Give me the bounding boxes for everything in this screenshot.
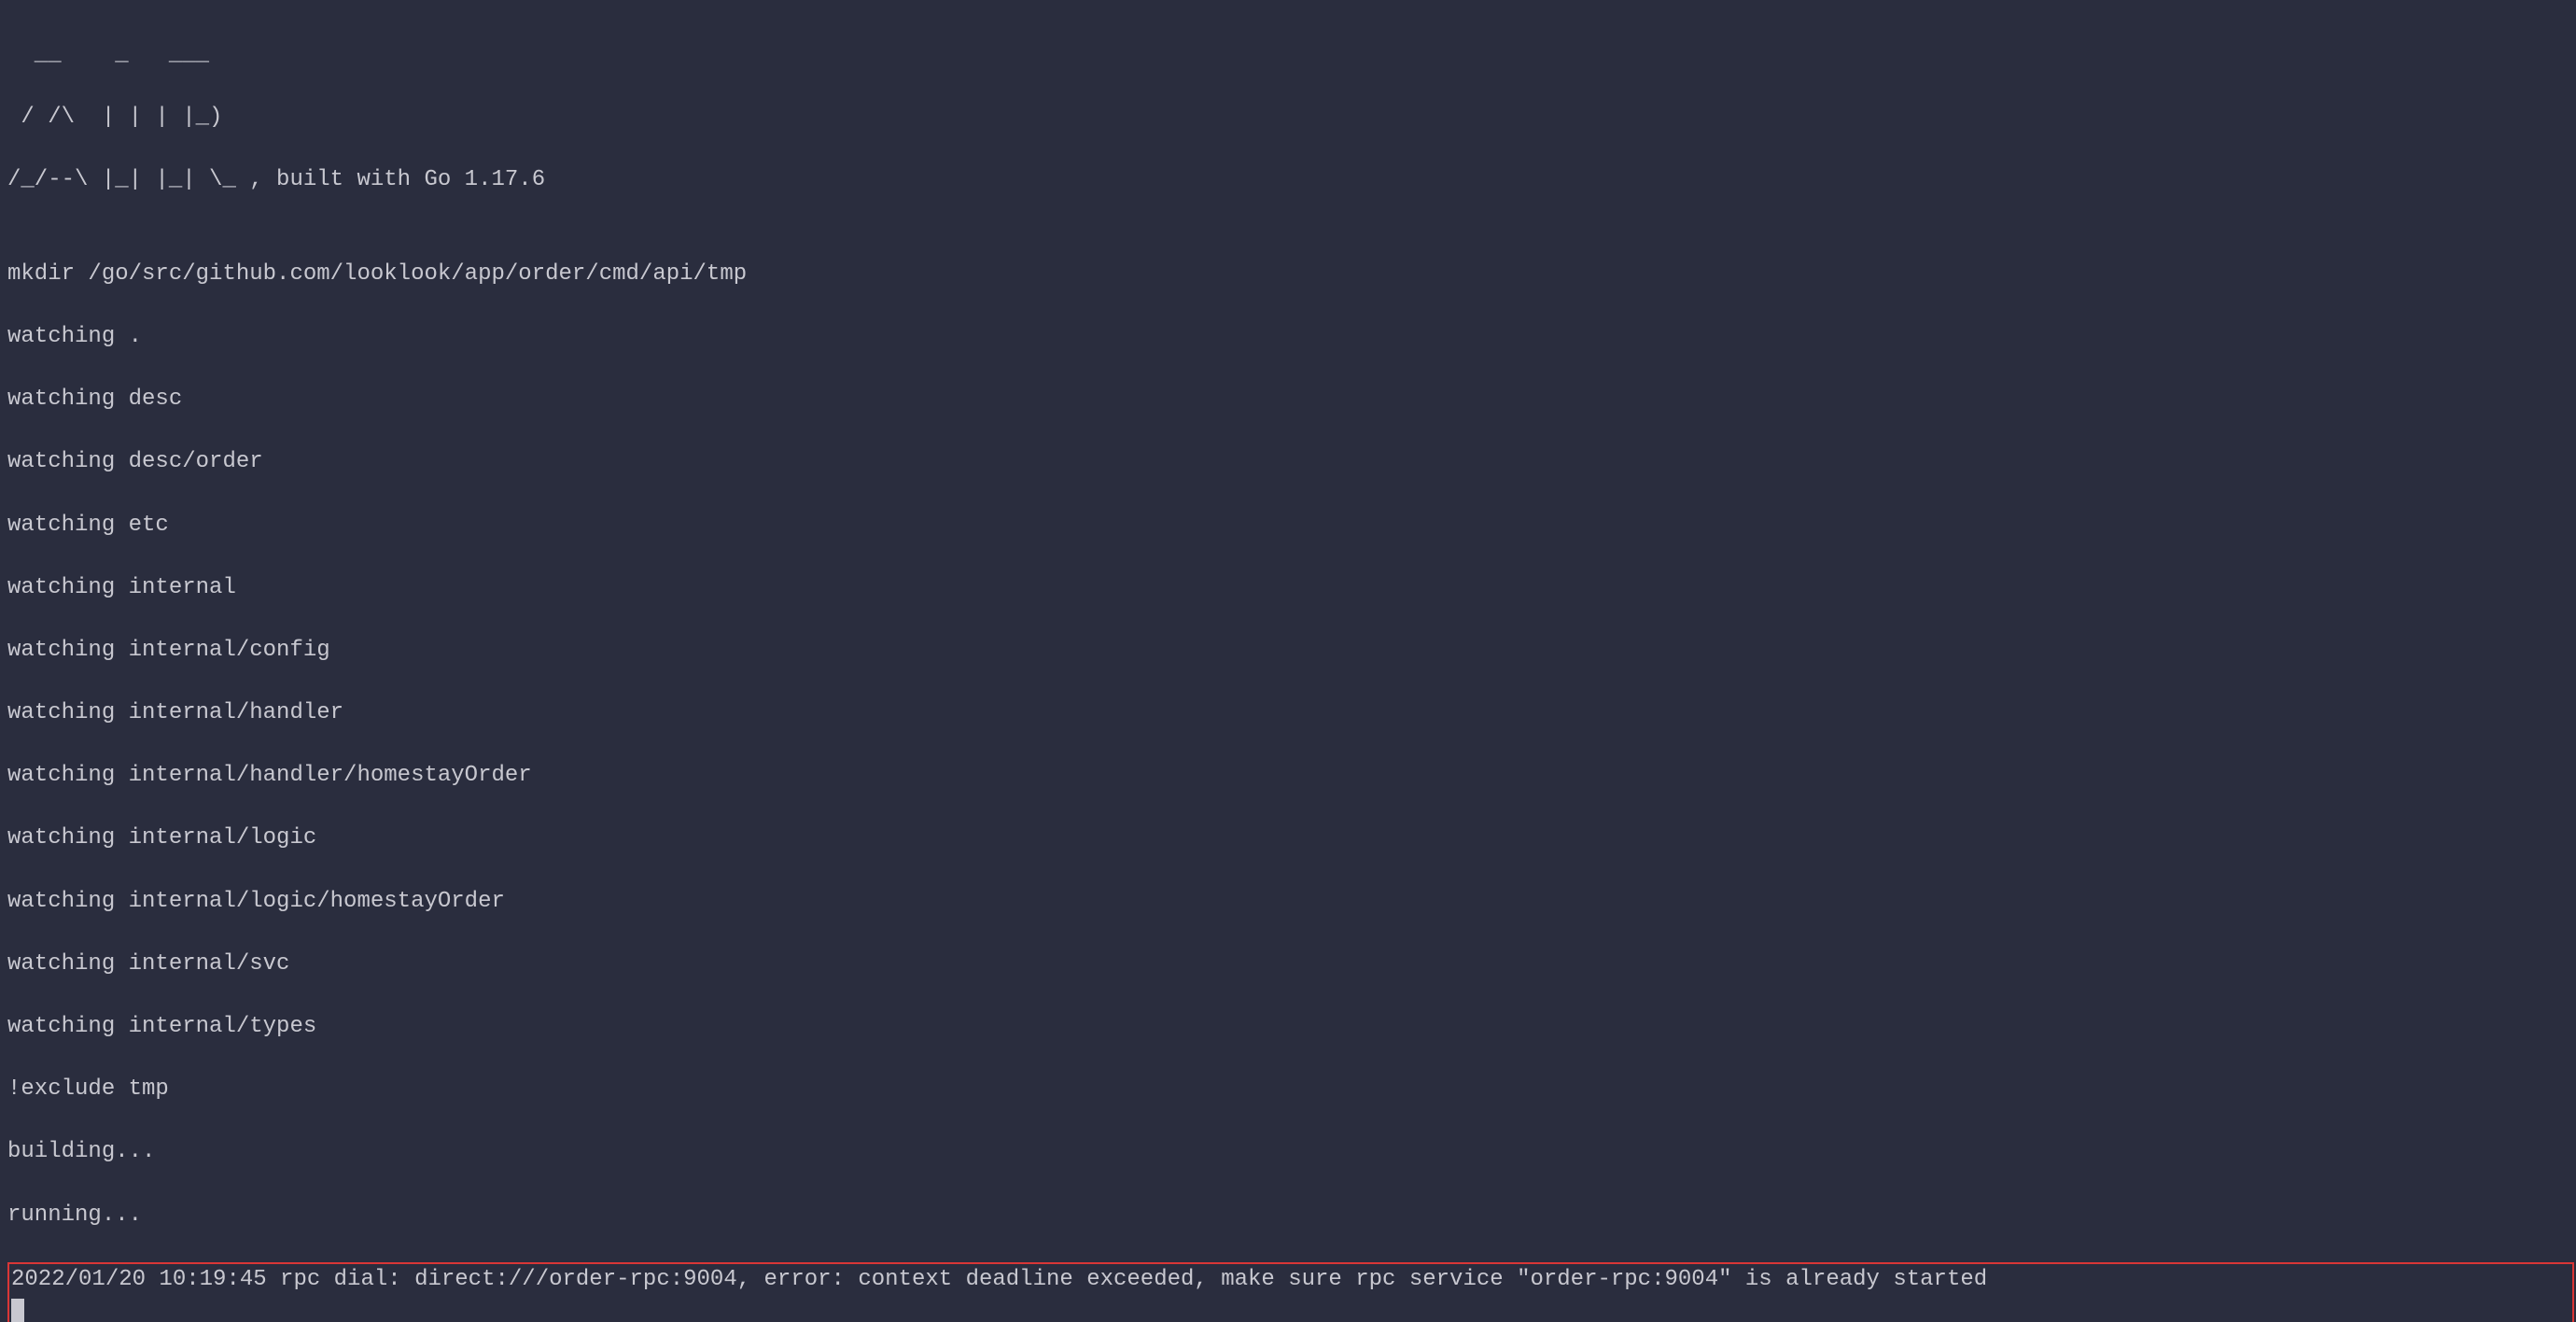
ascii-art-line3: /_/--\ |_| |_| \_ , built with Go 1.17.6 [7,164,2569,196]
mkdir-line: mkdir /go/src/github.com/looklook/app/or… [7,259,2569,290]
watching-line: watching desc [7,384,2569,415]
running-line: running... [7,1200,2569,1231]
terminal-cursor [11,1299,24,1322]
watching-line: watching . [7,321,2569,353]
watching-line: watching internal [7,572,2569,604]
ascii-art-line2: / /\ | | | |_) [7,102,2569,134]
watching-line: watching internal/handler/homestayOrder [7,760,2569,792]
error-highlight-box: 2022/01/20 10:19:45 rpc dial: direct:///… [7,1262,2574,1322]
exclude-line: !exclude tmp [7,1074,2569,1105]
watching-line: watching etc [7,510,2569,541]
watching-line: watching desc/order [7,446,2569,478]
building-line: building... [7,1136,2569,1168]
watching-line: watching internal/logic [7,823,2569,854]
ascii-art-line1: __ _ ___ [7,39,2569,71]
terminal-output: __ _ ___ / /\ | | | |_) /_/--\ |_| |_| \… [7,7,2569,1322]
watching-line: watching internal/svc [7,949,2569,980]
error-line: 2022/01/20 10:19:45 rpc dial: direct:///… [11,1267,1987,1292]
watching-line: watching internal/logic/homestayOrder [7,886,2569,918]
watching-line: watching internal/config [7,635,2569,667]
watching-line: watching internal/types [7,1011,2569,1043]
watching-line: watching internal/handler [7,697,2569,729]
